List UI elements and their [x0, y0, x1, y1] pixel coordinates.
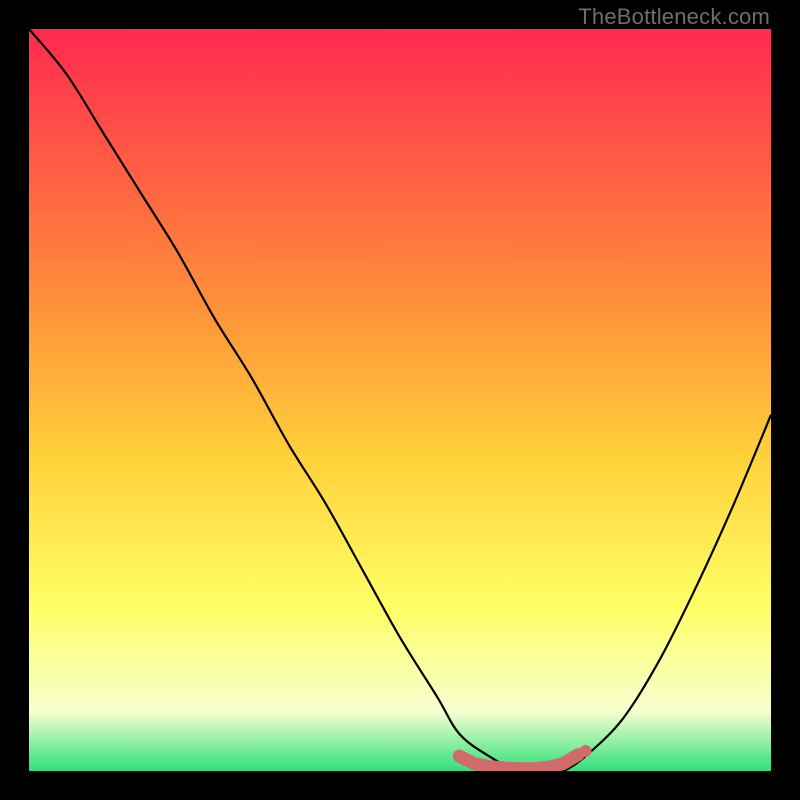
plot-area — [29, 29, 771, 771]
optimal-range-band — [459, 755, 578, 769]
curve-layer — [29, 29, 771, 771]
bottleneck-curve — [29, 29, 771, 771]
chart-frame: TheBottleneck.com — [0, 0, 800, 800]
optimal-end-dot — [580, 745, 592, 757]
optimal-range-markers — [459, 745, 591, 769]
watermark-text: TheBottleneck.com — [578, 4, 770, 30]
